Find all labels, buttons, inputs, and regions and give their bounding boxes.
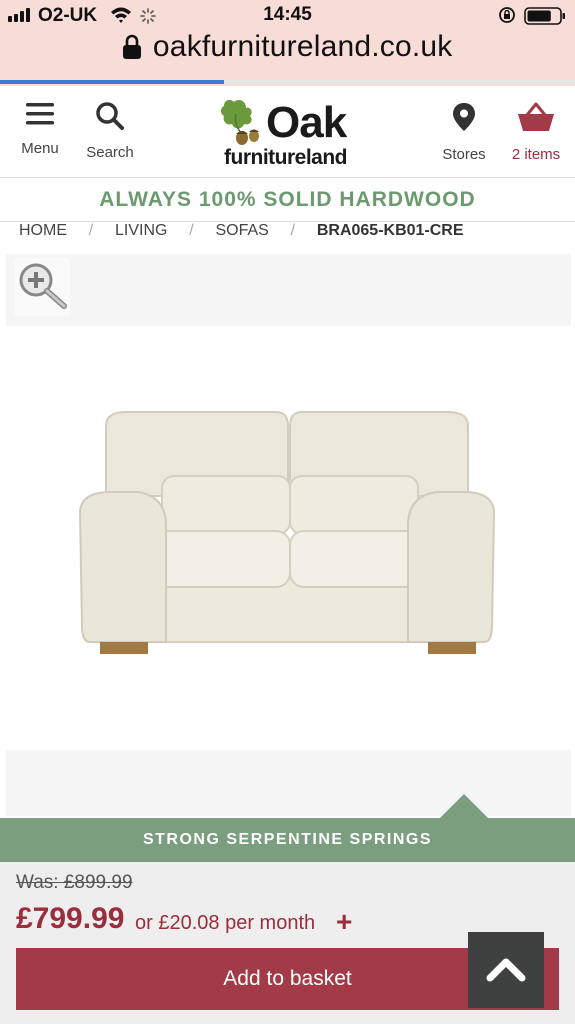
product-image-sofa[interactable] (6, 326, 571, 750)
basket-icon (518, 102, 554, 131)
chevron-up-icon (486, 958, 526, 982)
feature-banner: STRONG SERPENTINE SPRINGS (0, 818, 575, 862)
site-logo[interactable]: Oak furnitureland (218, 94, 358, 172)
page-load-progress (0, 80, 575, 84)
breadcrumb-living[interactable]: LIVING (115, 222, 167, 242)
breadcrumb-sofas[interactable]: SOFAS (215, 222, 268, 242)
site-header: Menu Search Oak furnitureland Stores 2 i… (0, 86, 575, 178)
logo-furnitureland-text: furnitureland (224, 146, 348, 169)
stores-label: Stores (442, 146, 486, 163)
product-gallery (6, 254, 571, 816)
url-text: oakfurnitureland.co.uk (152, 30, 453, 63)
basket-button[interactable]: 2 items (504, 86, 568, 178)
promo-strip: ALWAYS 100% SOLID HARDWOOD (0, 178, 575, 222)
breadcrumb-separator: / (88, 222, 94, 239)
status-bar: O2-UK 14:45 (0, 0, 575, 32)
basket-count-label: 2 items (511, 146, 561, 163)
logo-oak-text: Oak (266, 98, 347, 147)
address-bar[interactable]: oakfurnitureland.co.uk (0, 30, 575, 72)
hamburger-icon (26, 103, 54, 125)
map-pin-icon (453, 103, 475, 131)
rotation-lock-icon (499, 7, 515, 23)
breadcrumb-home[interactable]: HOME (19, 222, 67, 242)
browser-top-bar: O2-UK 14:45 oakfurnitureland.co.uk (0, 0, 575, 86)
battery-icon (524, 7, 565, 25)
breadcrumb-current-sku: BRA065-KB01-CRE (316, 222, 464, 239)
stores-button[interactable]: Stores (436, 86, 492, 178)
current-price: £799.99 (16, 902, 125, 935)
search-icon (96, 102, 124, 130)
finance-expand-icon[interactable]: + (336, 906, 352, 938)
page-load-progress-fill (0, 80, 225, 84)
menu-label: Menu (21, 140, 59, 157)
zoom-button[interactable] (14, 258, 70, 316)
breadcrumb: HOME / LIVING / SOFAS / BRA065-KB01-CRE (19, 222, 464, 242)
status-time: 14:45 (263, 4, 312, 25)
lock-icon (123, 34, 142, 59)
menu-button[interactable]: Menu (12, 86, 68, 178)
breadcrumb-separator: / (189, 222, 194, 239)
breadcrumb-separator: / (290, 222, 296, 239)
search-button[interactable]: Search (80, 86, 140, 178)
feature-banner-notch (440, 794, 488, 818)
search-label: Search (86, 144, 134, 161)
scroll-to-top-button[interactable] (468, 932, 544, 1008)
sofa-illustration (78, 411, 496, 654)
was-price: Was: £899.99 (16, 872, 133, 893)
zoom-in-icon (19, 263, 67, 309)
finance-text[interactable]: or £20.08 per month (135, 912, 315, 935)
